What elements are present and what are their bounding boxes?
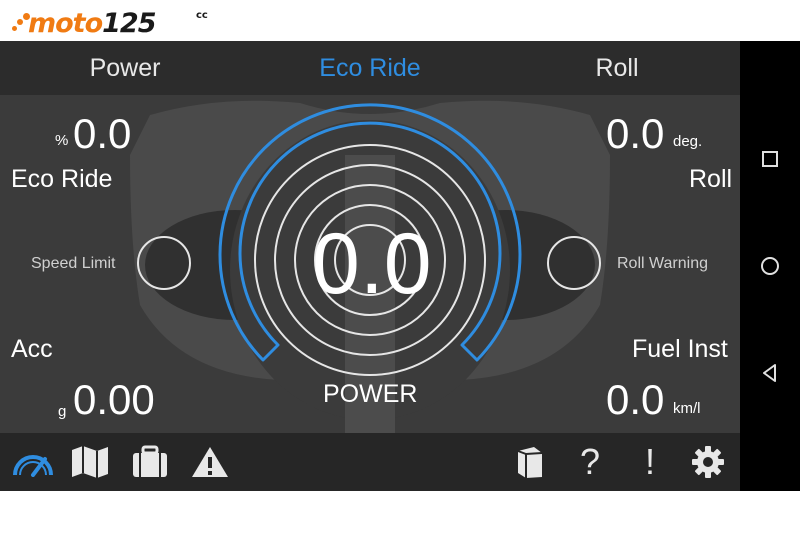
warning-icon[interactable]: [187, 433, 233, 491]
help-icon[interactable]: ?: [567, 433, 613, 491]
power-value: 0.0: [312, 216, 432, 312]
eco-ride-unit: %: [55, 132, 69, 149]
fuel-inst-value: 0.0: [606, 376, 665, 423]
tab-power[interactable]: Power: [40, 41, 210, 95]
android-nav-bar: [740, 41, 800, 491]
alert-icon[interactable]: !: [627, 433, 673, 491]
tab-eco-ride[interactable]: Eco Ride: [285, 41, 455, 95]
roll-unit: deg.: [673, 133, 703, 150]
logo-brand-text: moto125: [28, 8, 157, 39]
power-label: POWER: [323, 380, 418, 408]
roll-warning-label: Roll Warning: [617, 255, 708, 272]
briefcase-icon[interactable]: [127, 433, 173, 491]
acc-label: Acc: [11, 335, 53, 363]
home-button[interactable]: [755, 251, 785, 281]
acc-value: 0.00: [73, 376, 155, 423]
acc-unit: g: [58, 403, 67, 420]
recents-icon: [762, 151, 778, 167]
roll-label: Roll: [689, 165, 733, 193]
tab-bar: Power Eco Ride Roll: [0, 41, 740, 95]
speed-limit-label: Speed Limit: [31, 255, 116, 272]
eco-ride-value: 0.0: [73, 110, 132, 157]
recents-button[interactable]: [755, 144, 785, 174]
book-icon[interactable]: [507, 433, 553, 491]
home-icon: [761, 257, 779, 275]
eco-ride-label: Eco Ride: [11, 165, 113, 193]
fuel-inst-label: Fuel Inst: [632, 335, 728, 363]
bottom-toolbar: ? !: [0, 433, 740, 491]
screenshot-root: moto125 cc Power Eco Ride Roll % 0.0 Eco…: [0, 0, 800, 533]
settings-icon[interactable]: [685, 433, 731, 491]
dashboard-panel: % 0.0 Eco Ride 0.0 deg. Roll Speed Limit…: [0, 95, 740, 433]
roll-value: 0.0: [606, 110, 665, 157]
back-button[interactable]: [755, 358, 785, 388]
logo-cc: cc: [196, 10, 208, 21]
speedometer-icon[interactable]: [10, 433, 56, 491]
fuel-inst-unit: km/l: [673, 400, 701, 417]
app-screen: Power Eco Ride Roll % 0.0 Eco Ride 0.0 d…: [0, 41, 740, 491]
back-icon: [763, 364, 776, 382]
page-background: [0, 491, 800, 533]
map-icon[interactable]: [67, 433, 113, 491]
tab-roll[interactable]: Roll: [532, 41, 702, 95]
